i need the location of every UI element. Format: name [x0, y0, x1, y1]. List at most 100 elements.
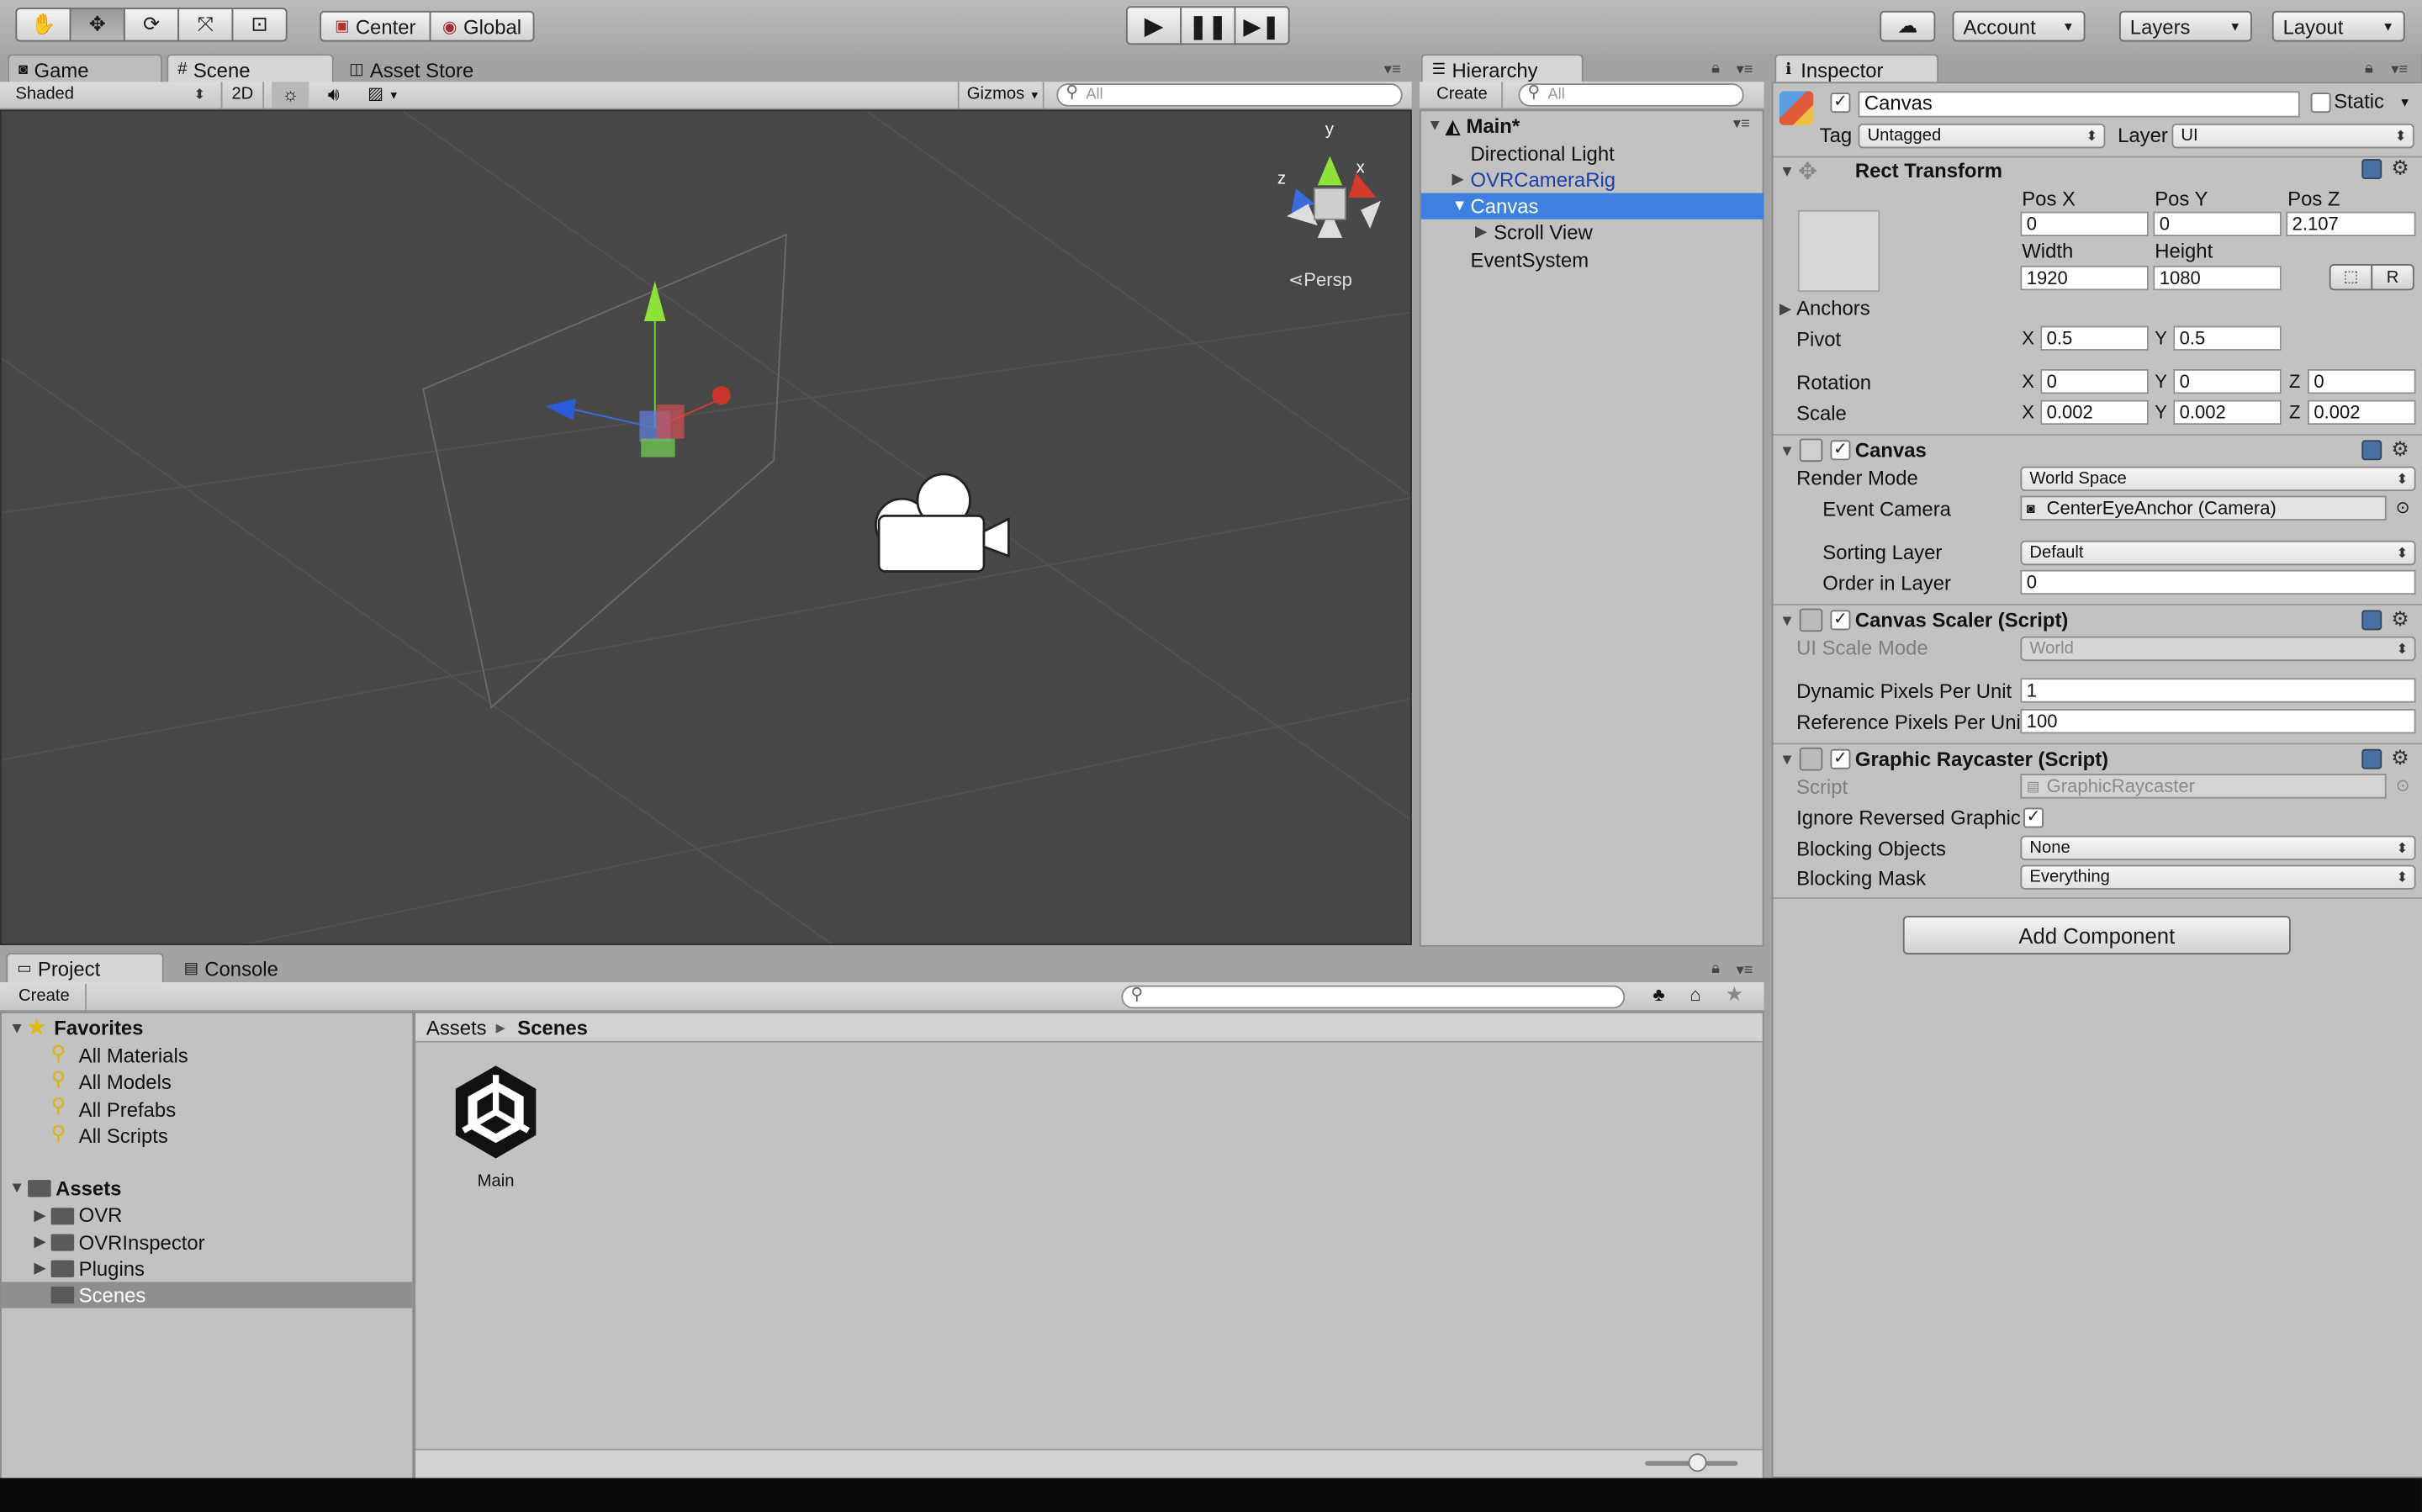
star-filter-icon[interactable]: ★: [1726, 982, 1743, 1007]
ignore-reversed-checkbox[interactable]: ✓: [2023, 807, 2044, 828]
gear-icon[interactable]: ⚙: [2391, 746, 2409, 770]
rect-tool-button[interactable]: ⊡: [231, 8, 288, 42]
collapsed-arrow-icon[interactable]: ▶: [1475, 224, 1487, 241]
audio-toggle[interactable]: 🔊︎: [315, 82, 352, 108]
projection-toggle[interactable]: ⋖Persp: [1288, 269, 1352, 291]
favorite-all-models[interactable]: All Models: [79, 1071, 172, 1094]
event-camera-field[interactable]: ◙ CenterEyeAnchor (Camera): [2020, 495, 2387, 521]
help-icon[interactable]: [2361, 159, 2382, 180]
rot-z-field[interactable]: 0: [2308, 368, 2416, 394]
blocking-mask-dropdown[interactable]: Everything: [2020, 864, 2416, 890]
height-field[interactable]: 1080: [2153, 265, 2282, 291]
scale-z-field[interactable]: 0.002: [2308, 399, 2416, 426]
tab-console[interactable]: ▤ Console: [173, 953, 328, 982]
rot-y-field[interactable]: 0: [2173, 368, 2282, 394]
folder-scenes[interactable]: Scenes: [79, 1283, 146, 1307]
tab-asset-store[interactable]: ◫ Asset Store: [338, 54, 505, 83]
gizmos-dropdown[interactable]: Gizmos ▼: [957, 82, 1044, 108]
scene-file-item[interactable]: Main: [443, 1060, 548, 1198]
order-in-layer-field[interactable]: 0: [2020, 569, 2416, 595]
account-dropdown[interactable]: Account ▼: [1952, 10, 2086, 42]
expand-arrow-icon[interactable]: ▼: [9, 1021, 24, 1038]
lock-icon[interactable]: 🔒︎: [1711, 61, 1720, 77]
scene-viewport[interactable]: y x z ⋖Persp: [0, 109, 1412, 945]
hierarchy-item-canvas[interactable]: Canvas: [1471, 194, 1539, 218]
play-button[interactable]: ▶: [1125, 6, 1182, 45]
help-icon[interactable]: [2361, 440, 2382, 461]
collapsed-arrow-icon[interactable]: ▶: [34, 1261, 45, 1277]
canvas-enabled-checkbox[interactable]: ✓: [1830, 440, 1851, 461]
tab-scene[interactable]: # Scene: [167, 54, 334, 84]
canvas-scaler-title[interactable]: Canvas Scaler (Script): [1855, 609, 2068, 632]
help-icon[interactable]: [2361, 748, 2382, 769]
gear-icon[interactable]: ⚙: [2391, 437, 2409, 462]
tab-inspector[interactable]: ℹ Inspector: [1774, 54, 1939, 84]
collapsed-arrow-icon[interactable]: ▶: [34, 1208, 45, 1224]
layout-dropdown[interactable]: Layout ▼: [2271, 10, 2405, 42]
panel-menu-icon[interactable]: ▾≡: [2391, 61, 2408, 78]
raycaster-enabled-checkbox[interactable]: ✓: [1830, 748, 1851, 769]
hierarchy-item-directional-light[interactable]: Directional Light: [1471, 142, 1615, 166]
rotate-tool-button[interactable]: ⟳: [123, 8, 180, 42]
expand-arrow-icon[interactable]: ▼: [1779, 164, 1795, 181]
hierarchy-create-button[interactable]: Create ▼: [1429, 82, 1504, 128]
collapsed-arrow-icon[interactable]: ▶: [1452, 172, 1463, 188]
canvas-component-title[interactable]: Canvas: [1855, 439, 1927, 463]
anchors-label[interactable]: Anchors: [1796, 297, 1870, 320]
expand-arrow-icon[interactable]: ▼: [1452, 198, 1467, 214]
hand-tool-button[interactable]: ✋: [15, 8, 71, 42]
pivot-center-button[interactable]: ▣ Center: [320, 10, 431, 42]
add-component-button[interactable]: Add Component: [1902, 916, 2291, 955]
folder-ovrinspector[interactable]: OVRInspector: [79, 1231, 205, 1255]
expand-arrow-icon[interactable]: ▼: [1779, 752, 1795, 769]
rect-transform-title[interactable]: Rect Transform: [1855, 159, 2002, 182]
dynamic-pixels-field[interactable]: 1: [2020, 678, 2416, 703]
breadcrumb-current[interactable]: Scenes: [517, 1016, 588, 1039]
help-icon[interactable]: [2361, 610, 2382, 631]
layer-dropdown[interactable]: UI: [2171, 123, 2414, 149]
scale-x-field[interactable]: 0.002: [2040, 399, 2149, 426]
search-by-label-icon[interactable]: ⌂: [1690, 984, 1700, 1006]
anchor-presets-button[interactable]: [1797, 209, 1880, 293]
pivot-x-field[interactable]: 0.5: [2040, 325, 2149, 351]
posy-field[interactable]: 0: [2153, 211, 2282, 236]
lighting-toggle[interactable]: ☼: [272, 82, 309, 108]
posx-field[interactable]: 0: [2020, 211, 2149, 236]
gear-icon[interactable]: ⚙: [2391, 607, 2409, 632]
favorite-all-materials[interactable]: All Materials: [79, 1044, 188, 1068]
reference-pixels-field[interactable]: 100: [2020, 708, 2416, 734]
hierarchy-item-ovrcamerarig[interactable]: OVRCameraRig: [1471, 168, 1616, 192]
expand-arrow-icon[interactable]: ▼: [1779, 613, 1795, 630]
hierarchy-item-eventsystem[interactable]: EventSystem: [1471, 249, 1589, 272]
breadcrumb-root[interactable]: Assets: [426, 1016, 487, 1039]
panel-menu-icon[interactable]: ▾≡: [1736, 61, 1753, 78]
render-mode-dropdown[interactable]: World Space: [2020, 466, 2416, 492]
pivot-y-field[interactable]: 0.5: [2173, 325, 2282, 351]
graphic-raycaster-title[interactable]: Graphic Raycaster (Script): [1855, 748, 2108, 771]
collapsed-arrow-icon[interactable]: ▶: [1779, 301, 1791, 318]
sorting-layer-dropdown[interactable]: Default: [2020, 540, 2416, 566]
effects-toggle[interactable]: ▨ ▼: [362, 82, 417, 108]
expand-arrow-icon[interactable]: ▼: [9, 1180, 24, 1197]
lock-icon[interactable]: 🔒︎: [1711, 960, 1720, 977]
lock-icon[interactable]: 🔒︎: [2365, 61, 2373, 77]
blueprint-mode-button[interactable]: ⬚: [2329, 264, 2373, 291]
folder-plugins[interactable]: Plugins: [79, 1257, 145, 1281]
panel-menu-icon[interactable]: ▾≡: [1736, 962, 1753, 979]
assets-header[interactable]: Assets: [56, 1176, 121, 1200]
blocking-objects-dropdown[interactable]: None: [2020, 835, 2416, 860]
static-checkbox[interactable]: [2310, 93, 2331, 114]
tag-dropdown[interactable]: Untagged: [1858, 123, 2106, 149]
favorite-all-scripts[interactable]: All Scripts: [79, 1124, 168, 1148]
active-checkbox[interactable]: ✓: [1830, 93, 1851, 114]
posz-field[interactable]: 2.107: [2286, 211, 2416, 236]
step-button[interactable]: ▶❚: [1234, 6, 1290, 45]
favorites-header[interactable]: Favorites: [54, 1016, 143, 1039]
tab-hierarchy[interactable]: ☰ Hierarchy: [1420, 54, 1584, 84]
folder-ovr[interactable]: OVR: [79, 1203, 123, 1227]
width-field[interactable]: 1920: [2020, 265, 2149, 291]
panel-menu-icon[interactable]: ▾≡: [1384, 61, 1401, 78]
chevron-down-icon[interactable]: ▼: [2398, 96, 2411, 110]
hierarchy-item-scroll-view[interactable]: Scroll View: [1494, 221, 1593, 245]
hierarchy-search-input[interactable]: All: [1518, 83, 1744, 107]
